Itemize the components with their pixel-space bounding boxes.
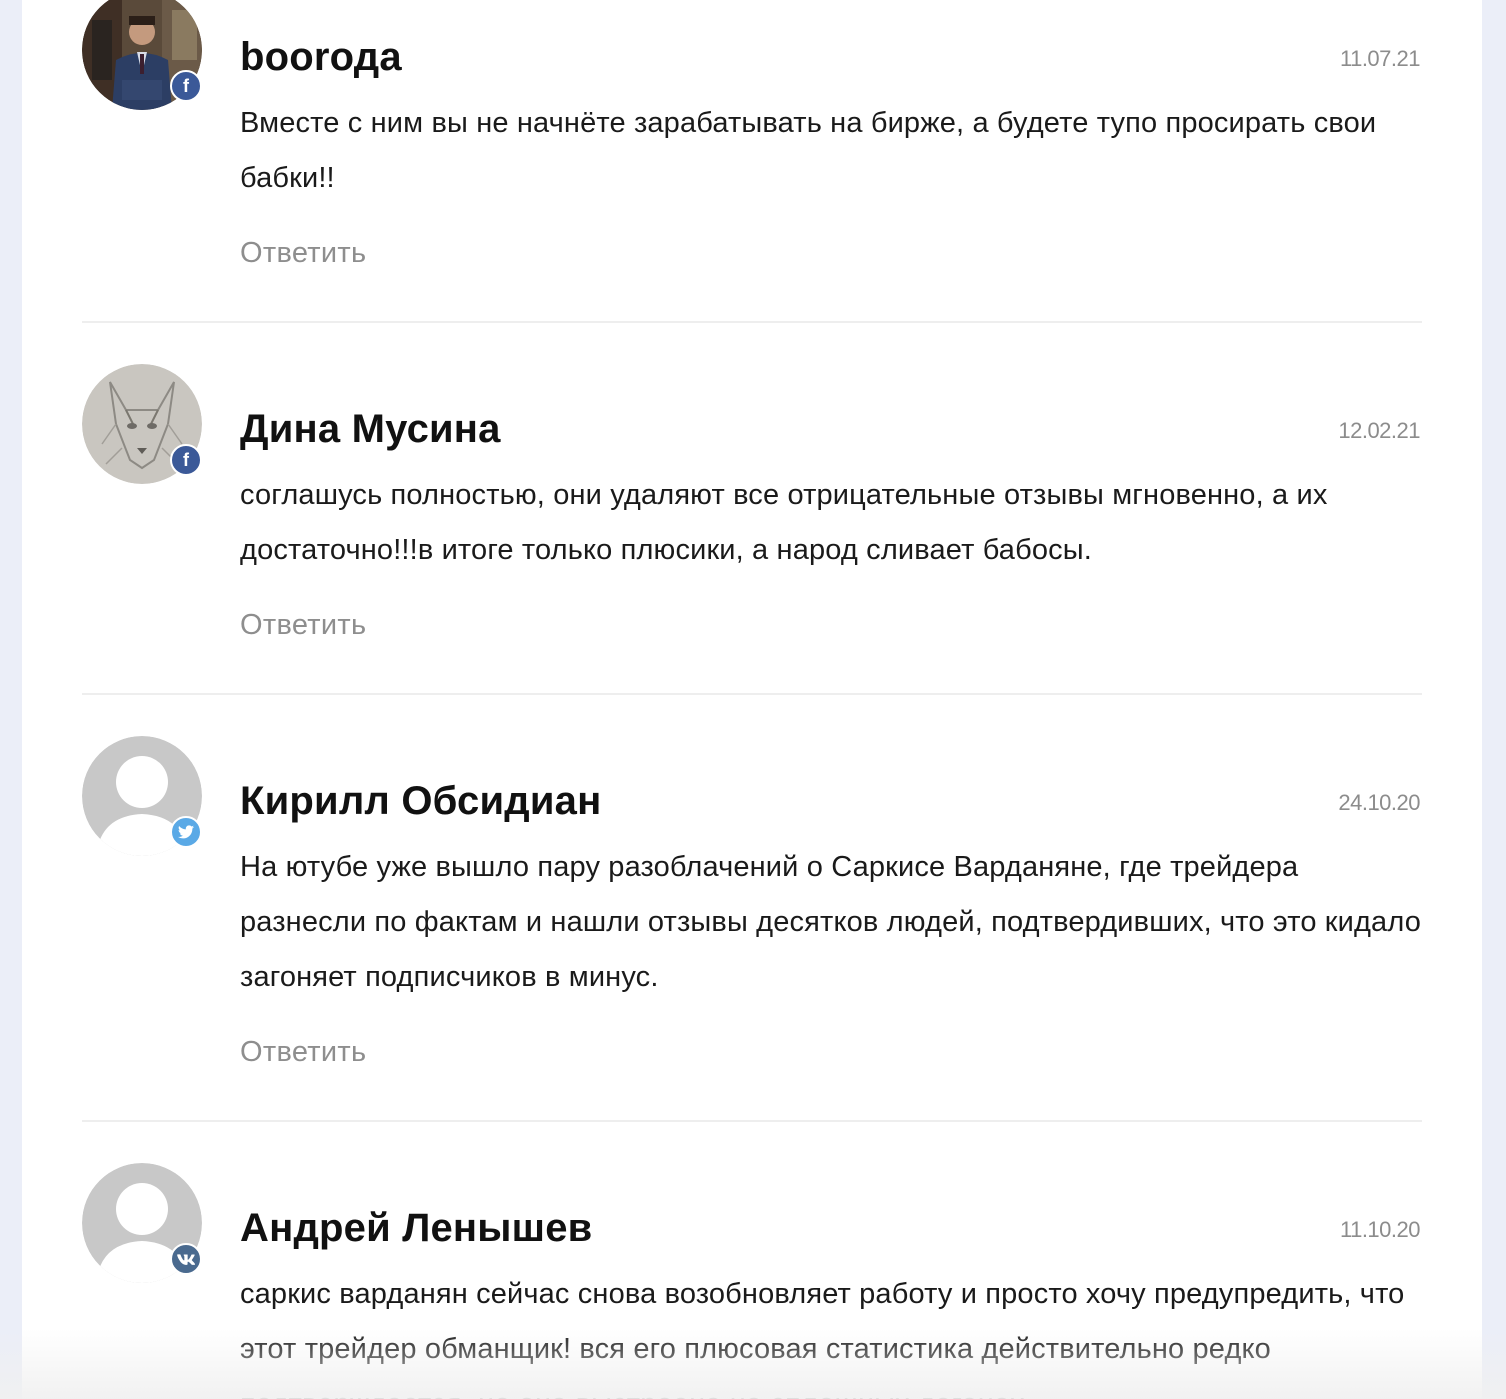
facebook-icon: f [170,444,202,476]
vk-logo-icon [177,1253,195,1265]
comment-author: Андрей Ленышев [240,1206,593,1250]
avatar[interactable] [82,1163,202,1283]
comment-author: boorода [240,35,402,79]
comment-date: 12.02.21 [1338,418,1420,443]
comment-author: Дина Мусина [240,407,501,451]
comment-text: соглашусь полностью, они удаляют все отр… [240,479,1328,566]
comment-author: Кирилл Обсидиан [240,779,602,823]
comment-date: 11.07.21 [1339,46,1421,71]
avatar[interactable]: f [82,364,202,484]
reply-button[interactable]: Ответить [240,1036,366,1069]
avatar[interactable] [82,736,202,856]
vk-icon [170,1243,202,1275]
reply-button[interactable]: Ответить [240,237,366,270]
divider [82,321,1422,323]
divider [82,693,1422,695]
facebook-glyph: f [183,76,189,96]
comment-text: Вместе с ним вы не начнёте зарабатывать … [240,107,1377,194]
facebook-glyph: f [183,450,189,470]
twitter-icon [170,816,202,848]
comment-text: саркис варданян сейчас снова возобновляе… [240,1278,1405,1399]
comment-date: 24.10.20 [1338,790,1420,815]
divider [82,1120,1422,1122]
facebook-icon: f [170,70,202,102]
reply-button[interactable]: Ответить [240,609,366,642]
comments-panel: f boorода 11.07.21 Вместе с ним вы не на… [22,0,1482,1399]
twitter-bird-icon [178,825,194,839]
comment-text: На ютубе уже вышло пару разоблачений о С… [240,851,1422,993]
comment-date: 11.10.20 [1339,1217,1421,1242]
avatar[interactable]: f [82,0,202,110]
